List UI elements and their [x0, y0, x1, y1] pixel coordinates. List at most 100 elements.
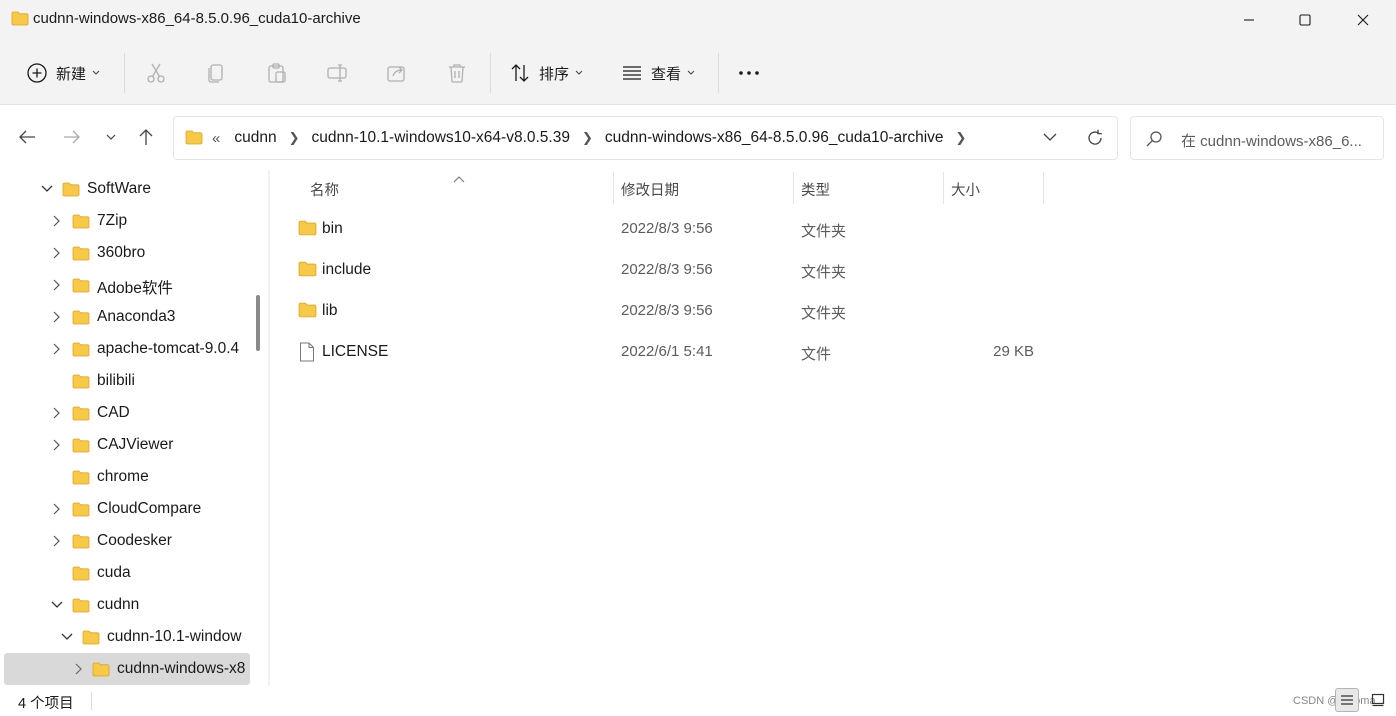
tree-item-cloudcompare[interactable]: CloudCompare	[4, 493, 250, 525]
copy-button[interactable]	[205, 58, 227, 88]
address-bar[interactable]: « cudnn ❯ cudnn-10.1-windows10-x64-v8.0.…	[173, 116, 1118, 160]
folder-icon	[298, 302, 317, 322]
chevron-right-icon[interactable]	[51, 247, 63, 259]
new-button[interactable]: 新建	[26, 58, 100, 88]
file-date: 2022/8/3 9:56	[621, 302, 713, 319]
column-divider[interactable]	[793, 172, 794, 204]
breadcrumb-overflow[interactable]: «	[212, 130, 220, 147]
chevron-right-icon[interactable]	[51, 311, 63, 323]
tree-item-label: Coodesker	[97, 532, 172, 549]
tree-item-cudnn-windows-selected[interactable]: cudnn-windows-x8	[4, 653, 250, 685]
tree-item-cudnn-10-1[interactable]: cudnn-10.1-window	[4, 621, 250, 653]
folder-icon	[72, 438, 90, 457]
folder-icon	[72, 278, 90, 297]
rename-icon	[327, 64, 347, 82]
folder-icon	[72, 534, 90, 553]
tiles-view-button[interactable]	[1366, 688, 1390, 712]
refresh-button[interactable]	[1085, 128, 1105, 152]
arrow-right-icon	[64, 130, 80, 144]
file-name: LICENSE	[322, 343, 389, 360]
minimize-button[interactable]	[1226, 0, 1272, 40]
tree-item-apache-tomcat[interactable]: apache-tomcat-9.0.4	[4, 333, 250, 365]
search-box[interactable]: 在 cudnn-windows-x86_6...	[1130, 116, 1384, 160]
folder-icon	[72, 342, 90, 361]
folder-icon	[298, 220, 317, 240]
column-divider[interactable]	[943, 172, 944, 204]
file-row[interactable]: LICENSE 2022/6/1 5:41 文件 29 KB	[288, 333, 1048, 371]
file-row[interactable]: include 2022/8/3 9:56 文件夹	[288, 251, 1048, 289]
chevron-right-icon[interactable]: ❯	[289, 130, 300, 146]
chevron-down-icon[interactable]	[41, 183, 53, 195]
status-bar: 4 个项目 CSDN @Wyoma	[0, 686, 1396, 716]
tree-item-360bro[interactable]: 360bro	[4, 237, 250, 269]
tree-item-adobe[interactable]: Adobe软件	[4, 269, 250, 301]
chevron-down-icon[interactable]	[61, 631, 73, 643]
chevron-right-icon[interactable]	[51, 407, 63, 419]
tree-item-chrome[interactable]: chrome	[4, 461, 250, 493]
folder-icon	[72, 502, 90, 521]
tree-item-bilibili[interactable]: bilibili	[4, 365, 250, 397]
breadcrumb-item[interactable]: cudnn-windows-x86_64-8.5.0.96_cuda10-arc…	[605, 129, 944, 147]
refresh-icon	[1088, 129, 1102, 145]
file-type: 文件夹	[801, 305, 847, 322]
forward-button[interactable]	[57, 122, 87, 152]
pane-divider	[268, 170, 270, 686]
details-view-button[interactable]	[1335, 688, 1359, 712]
column-header-date[interactable]: 修改日期	[621, 179, 679, 211]
address-history-button[interactable]	[1042, 129, 1058, 149]
sort-button[interactable]: 排序	[509, 58, 583, 88]
chevron-right-icon[interactable]	[51, 535, 63, 547]
chevron-right-icon[interactable]	[51, 279, 63, 291]
column-header-size[interactable]: 大小	[951, 179, 980, 211]
new-label: 新建	[56, 65, 87, 83]
navigation-scrollbar[interactable]	[256, 295, 260, 351]
chevron-right-icon[interactable]	[51, 215, 63, 227]
breadcrumb-item[interactable]: cudnn-10.1-windows10-x64-v8.0.5.39	[311, 129, 570, 147]
folder-icon	[72, 310, 90, 329]
column-header-name[interactable]: 名称	[310, 179, 339, 211]
tree-item-cudnn[interactable]: cudnn	[4, 589, 250, 621]
column-header-type[interactable]: 类型	[801, 179, 830, 211]
chevron-right-icon[interactable]	[51, 439, 63, 451]
navigation-pane: SoftWare 7Zip 360bro Adobe软件 Anaconda3 a…	[0, 170, 260, 686]
tree-item-coodesker[interactable]: Coodesker	[4, 525, 250, 557]
tree-item-7zip[interactable]: 7Zip	[4, 205, 250, 237]
tree-item-label: Adobe软件	[97, 280, 173, 297]
rename-button[interactable]	[326, 58, 348, 88]
toolbar-divider	[490, 53, 491, 93]
chevron-right-icon[interactable]: ❯	[956, 130, 967, 146]
chevron-down-icon[interactable]	[51, 599, 63, 611]
file-name: bin	[322, 220, 343, 237]
share-button[interactable]	[386, 58, 408, 88]
cut-button[interactable]	[145, 58, 167, 88]
chevron-right-icon[interactable]	[73, 663, 85, 675]
tree-item-cajviewer[interactable]: CAJViewer	[4, 429, 250, 461]
delete-button[interactable]	[446, 58, 468, 88]
close-button[interactable]	[1340, 0, 1386, 40]
arrow-up-icon	[139, 129, 153, 145]
column-divider[interactable]	[1043, 172, 1044, 204]
column-divider[interactable]	[613, 172, 614, 204]
paste-button[interactable]	[266, 58, 288, 88]
file-row[interactable]: bin 2022/8/3 9:56 文件夹	[288, 210, 1048, 248]
chevron-right-icon[interactable]	[51, 343, 63, 355]
chevron-right-icon[interactable]: ❯	[582, 130, 593, 146]
tree-item-label: chrome	[97, 468, 149, 485]
view-button[interactable]: 查看	[621, 58, 695, 88]
tree-item-label: Anaconda3	[97, 308, 176, 325]
file-row[interactable]: lib 2022/8/3 9:56 文件夹	[288, 292, 1048, 330]
up-button[interactable]	[131, 122, 161, 152]
chevron-right-icon[interactable]	[51, 503, 63, 515]
recent-locations-button[interactable]	[96, 122, 126, 152]
tree-item-cuda[interactable]: cuda	[4, 557, 250, 589]
more-button[interactable]	[738, 58, 760, 88]
tree-item-software[interactable]: SoftWare	[4, 173, 250, 205]
sort-icon	[511, 64, 529, 82]
tree-item-cad[interactable]: CAD	[4, 397, 250, 429]
back-button[interactable]	[12, 122, 42, 152]
close-icon	[1357, 14, 1369, 26]
maximize-button[interactable]	[1282, 0, 1328, 40]
tree-item-label: bilibili	[97, 372, 135, 389]
breadcrumb-item[interactable]: cudnn	[234, 129, 276, 147]
tree-item-anaconda3[interactable]: Anaconda3	[4, 301, 250, 333]
